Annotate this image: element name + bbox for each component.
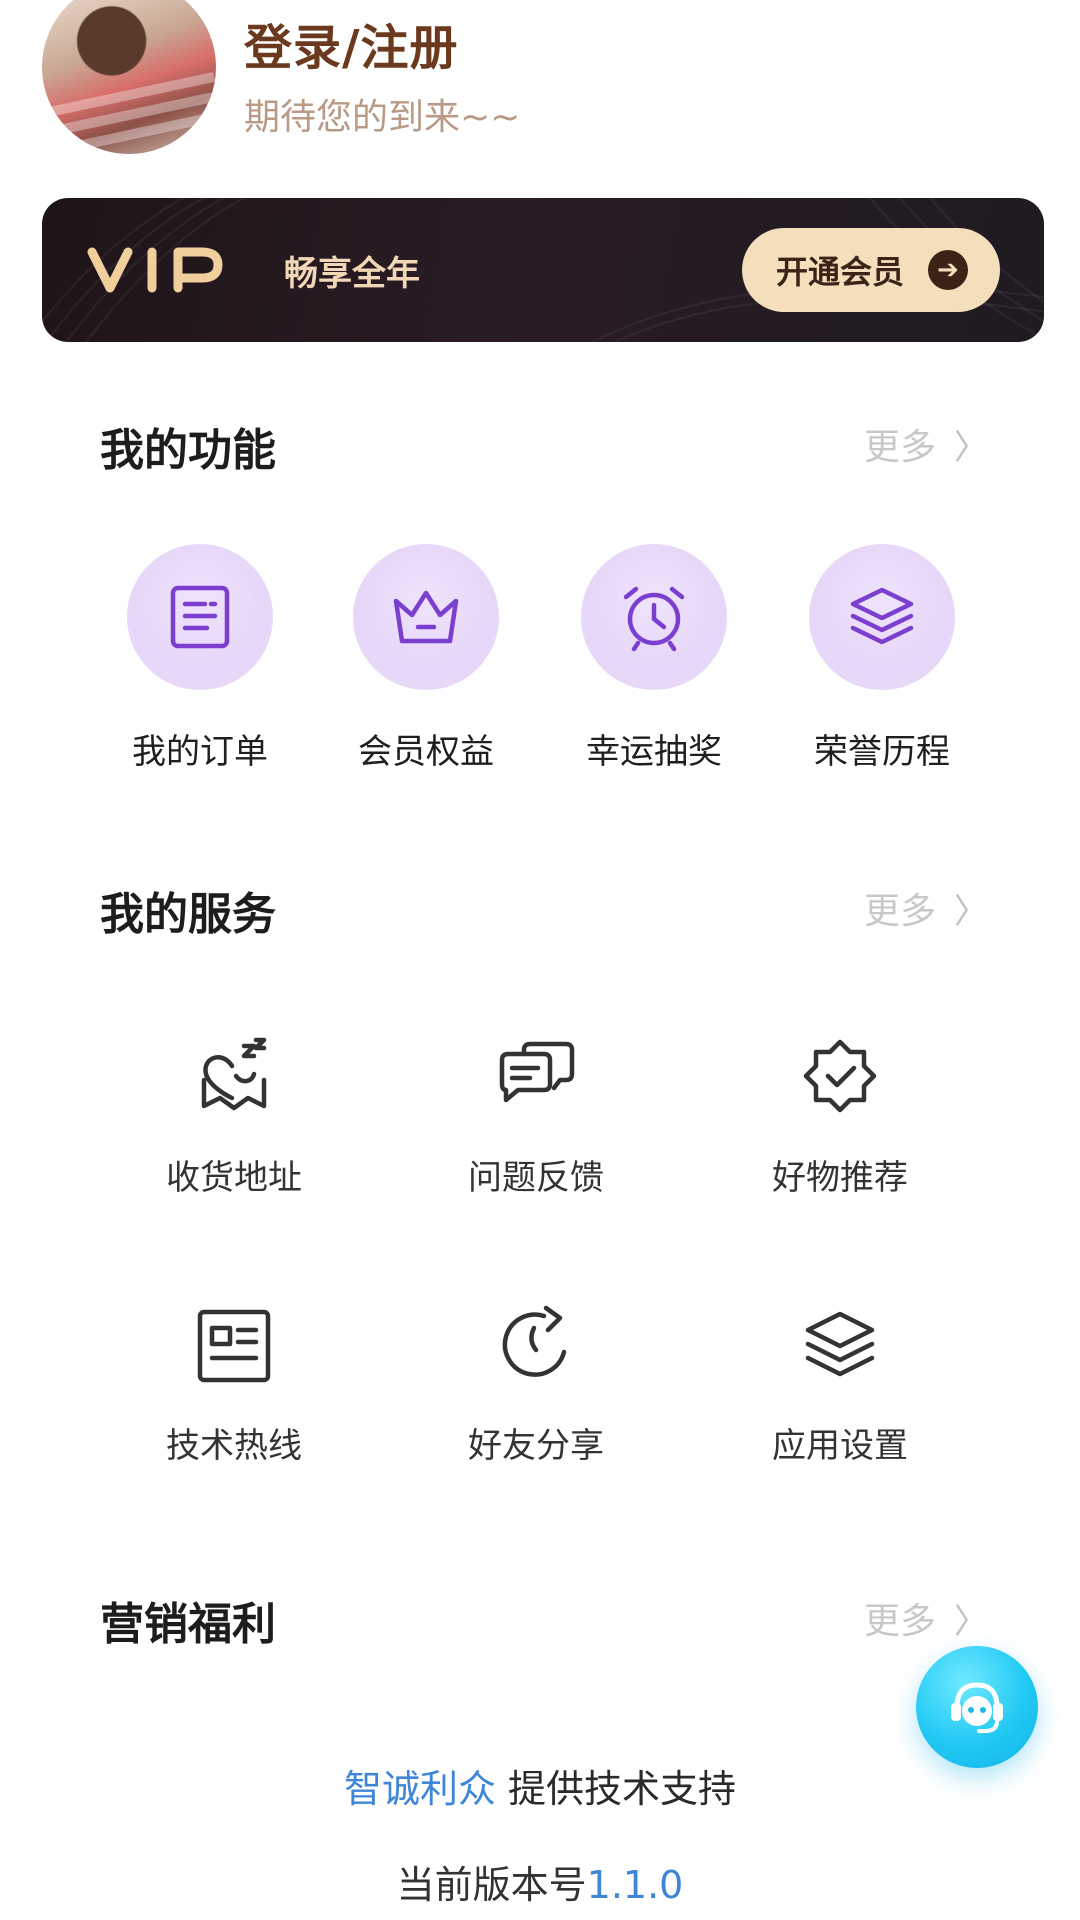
vip-tagline: 畅享全年 [284, 254, 420, 294]
service-label: 技术热线 [166, 1426, 302, 1466]
open-membership-label: 开通会员 [776, 253, 905, 291]
share-arrow-icon [502, 1305, 567, 1377]
profile-page: 登录/注册 期待您的到来~~ 畅享全年 开通会员 ➔ 我的功能 更多 〉 我的订… [0, 0, 1080, 1920]
service-label: 好物推荐 [772, 1158, 908, 1198]
crown-icon [353, 544, 499, 690]
service-label: 收货地址 [166, 1158, 302, 1198]
avatar[interactable] [42, 0, 216, 154]
functions-more-label: 更多 [863, 427, 936, 468]
marketing-more-label: 更多 [863, 1601, 936, 1642]
layers-icon [809, 544, 955, 690]
services-more-link[interactable]: 更多 〉 [864, 882, 988, 934]
order-list-icon [127, 544, 273, 690]
id-card-icon [197, 1309, 271, 1383]
service-item-app-settings[interactable]: 应用设置 [720, 1304, 960, 1467]
services-title: 我的服务 [100, 889, 276, 940]
function-item-honor-history[interactable]: 荣誉历程 [782, 544, 982, 773]
function-label: 荣誉历程 [814, 732, 950, 772]
login-register-link[interactable]: 登录/注册 [244, 8, 459, 78]
badge-check-icon [803, 1039, 877, 1113]
service-item-tech-hotline[interactable]: 技术热线 [114, 1304, 354, 1467]
support-brand-link[interactable]: 智诚利众 [344, 1767, 496, 1811]
version-line: 当前版本号1.1.0 [0, 1854, 1080, 1909]
vip-banner[interactable]: 畅享全年 开通会员 ➔ [42, 198, 1044, 342]
headset-robot-icon [951, 1682, 1003, 1733]
tech-support-line: 智诚利众 提供技术支持 [0, 1758, 1080, 1813]
arrow-right-circle-icon: ➔ [928, 250, 968, 290]
function-label: 会员权益 [358, 732, 494, 772]
function-label: 幸运抽奖 [586, 732, 722, 772]
function-item-orders[interactable]: 我的订单 [100, 544, 300, 773]
vip-logo-icon [87, 247, 223, 293]
login-subtitle: 期待您的到来~~ [244, 97, 521, 138]
chevron-right-icon: 〉 [954, 427, 988, 468]
marketing-more-link[interactable]: 更多 〉 [864, 1592, 988, 1644]
service-item-recommendations[interactable]: 好物推荐 [720, 1036, 960, 1199]
service-item-feedback[interactable]: 问题反馈 [416, 1036, 656, 1199]
service-label: 好友分享 [468, 1426, 604, 1466]
chevron-right-icon: 〉 [954, 1601, 988, 1642]
open-membership-button[interactable]: 开通会员 ➔ [742, 228, 1000, 312]
version-number: 1.1.0 [586, 1863, 684, 1907]
function-label: 我的订单 [132, 732, 268, 772]
version-label: 当前版本号 [396, 1863, 587, 1907]
customer-service-button[interactable] [916, 1646, 1038, 1768]
service-label: 应用设置 [772, 1426, 908, 1466]
services-more-label: 更多 [863, 891, 936, 932]
service-item-address[interactable]: 收货地址 [114, 1036, 354, 1199]
function-item-lucky-draw[interactable]: 幸运抽奖 [554, 544, 754, 773]
support-text: 提供技术支持 [495, 1767, 737, 1811]
function-item-member-benefits[interactable]: 会员权益 [326, 544, 526, 773]
functions-more-link[interactable]: 更多 〉 [864, 418, 988, 470]
alarm-clock-icon [581, 544, 727, 690]
sleep-heart-icon [201, 1037, 267, 1111]
functions-title: 我的功能 [100, 425, 276, 476]
chevron-right-icon: 〉 [954, 891, 988, 932]
service-label: 问题反馈 [468, 1158, 604, 1198]
layers-icon [805, 1311, 875, 1377]
chat-bubbles-icon [499, 1041, 575, 1103]
service-item-share[interactable]: 好友分享 [416, 1304, 656, 1467]
marketing-title: 营销福利 [100, 1599, 276, 1650]
